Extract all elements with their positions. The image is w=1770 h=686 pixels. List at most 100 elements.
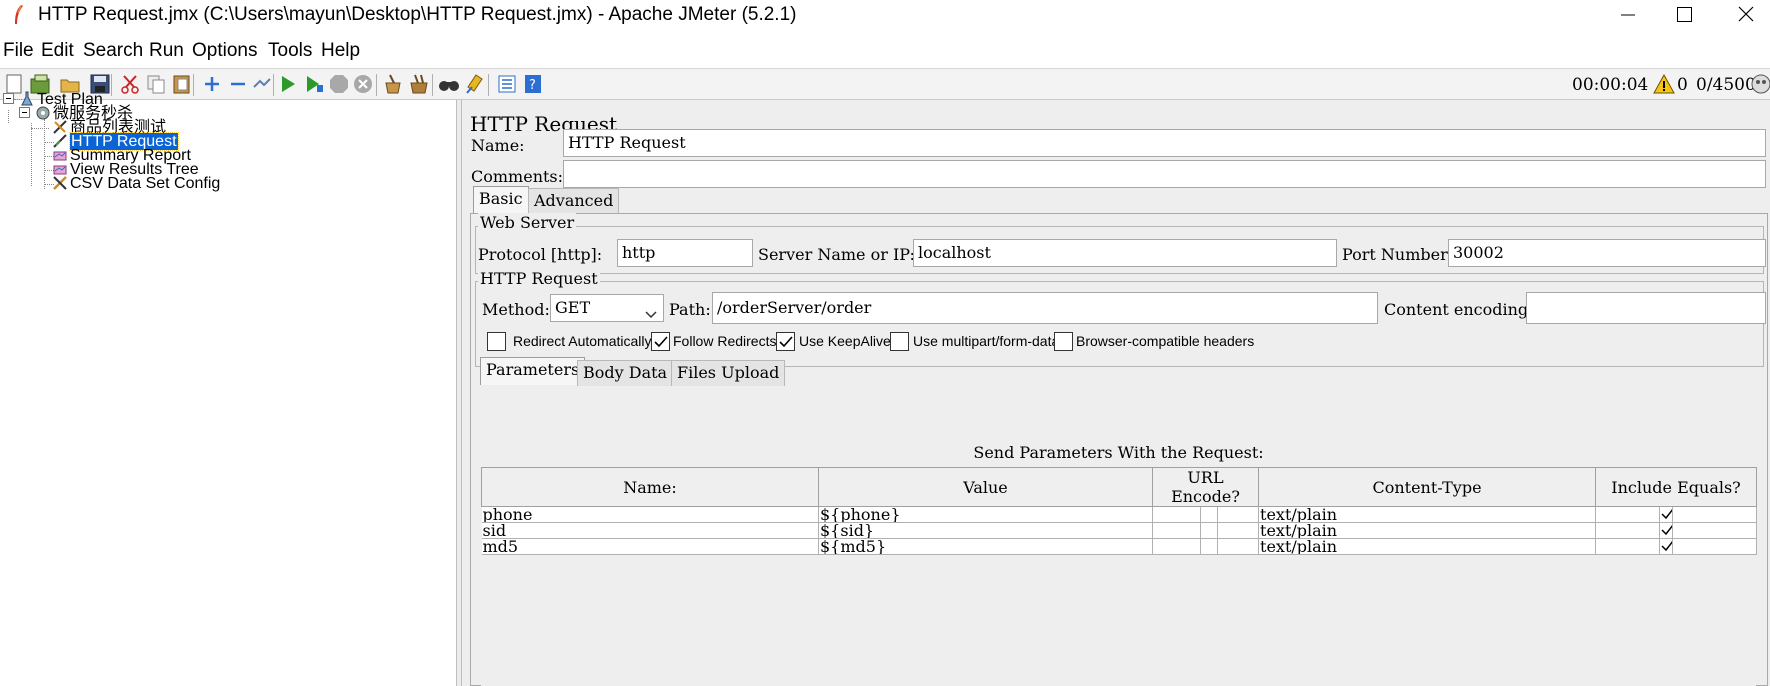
method-select[interactable]: GET — [550, 294, 664, 322]
chevron-down-icon — [645, 304, 657, 323]
paste-icon[interactable] — [171, 73, 193, 95]
use-keepalive-checkbox[interactable] — [776, 332, 795, 351]
thread-count: 0/4500 — [1696, 75, 1756, 95]
check-icon — [1661, 525, 1672, 536]
content-type-cell[interactable]: text/plain — [1258, 506, 1597, 523]
tab-files-upload[interactable]: Files Upload — [671, 360, 786, 386]
check-icon — [779, 336, 793, 348]
menu-help[interactable]: Help — [321, 40, 360, 62]
column-header-content-type[interactable]: Content-Type — [1258, 467, 1597, 507]
clear-all-icon[interactable] — [408, 73, 430, 95]
protocol-input[interactable]: http — [617, 239, 753, 267]
param-name-cell[interactable]: md5 — [481, 538, 819, 555]
path-label: Path: — [669, 300, 711, 319]
param-value-cell[interactable]: ${md5} — [818, 538, 1153, 555]
stop-icon[interactable] — [328, 73, 350, 95]
url-encode-checkbox-cell[interactable] — [1200, 522, 1218, 539]
remote-status-icon — [1750, 73, 1770, 100]
tree-item-csv-data-set-config[interactable]: CSV Data Set Config — [52, 175, 220, 192]
use-keepalive-label: Use KeepAlive — [799, 333, 891, 349]
expand-icon[interactable] — [201, 73, 223, 95]
search-icon[interactable] — [438, 73, 460, 95]
comments-input[interactable] — [563, 160, 1766, 188]
include-equals-checkbox-cell[interactable] — [1659, 506, 1674, 523]
tab-basic[interactable]: Basic — [473, 186, 529, 214]
redirect-automatically-checkbox[interactable] — [487, 332, 506, 351]
use-multipart-label: Use multipart/form-data — [913, 333, 1060, 349]
table-header-row: Name: Value URL Encode? Content-Type Inc… — [481, 467, 1758, 507]
copy-icon[interactable] — [145, 73, 167, 95]
column-header-value[interactable]: Value — [818, 467, 1153, 507]
menu-edit[interactable]: Edit — [41, 40, 74, 62]
include-equals-checkbox-cell[interactable] — [1659, 538, 1674, 555]
warning-icon[interactable] — [1653, 73, 1675, 100]
method-select-value: GET — [555, 298, 591, 317]
test-plan-icon — [19, 91, 35, 107]
param-name-cell[interactable]: sid — [481, 522, 819, 539]
menu-options[interactable]: Options — [192, 40, 257, 62]
column-header-include-equals[interactable]: Include Equals? — [1595, 467, 1758, 507]
table-row[interactable]: sid ${sid} text/plain — [481, 522, 1758, 539]
url-encode-cell[interactable] — [1152, 522, 1201, 539]
title-bar: HTTP Request.jmx (C:\Users\mayun\Desktop… — [0, 0, 1770, 32]
column-header-name[interactable]: Name: — [481, 467, 819, 507]
url-encode-cell[interactable] — [1152, 538, 1201, 555]
column-header-url-encode[interactable]: URL Encode? — [1151, 467, 1260, 507]
use-multipart-checkbox[interactable] — [890, 332, 909, 351]
tree-connector — [31, 123, 32, 186]
collapse-icon[interactable] — [227, 73, 249, 95]
follow-redirects-checkbox[interactable] — [651, 332, 670, 351]
content-encoding-input[interactable] — [1526, 292, 1766, 324]
help-icon[interactable]: ? — [522, 73, 544, 95]
start-icon[interactable] — [277, 73, 299, 95]
url-encode-cell[interactable] — [1152, 506, 1201, 523]
collapse-toggle-icon[interactable] — [3, 93, 14, 104]
window-title: HTTP Request.jmx (C:\Users\mayun\Desktop… — [38, 4, 797, 25]
browser-compatible-headers-checkbox[interactable] — [1054, 332, 1073, 351]
url-encode-checkbox-cell[interactable] — [1200, 506, 1218, 523]
url-encode-checkbox-cell[interactable] — [1200, 538, 1218, 555]
param-value-cell[interactable]: ${phone} — [818, 506, 1153, 523]
tab-parameters[interactable]: Parameters — [480, 357, 586, 385]
function-helper-icon[interactable] — [496, 73, 518, 95]
protocol-label: Protocol [http]: — [478, 245, 603, 264]
maximize-button[interactable] — [1647, 0, 1703, 32]
cut-icon[interactable] — [119, 73, 141, 95]
include-equals-cell — [1595, 538, 1661, 555]
table-row[interactable]: phone ${phone} text/plain — [481, 506, 1758, 523]
close-icon — [1738, 6, 1754, 22]
content-encoding-label: Content encoding: — [1384, 300, 1534, 319]
close-button[interactable] — [1708, 0, 1764, 32]
tab-body-data[interactable]: Body Data — [577, 360, 674, 386]
menu-run[interactable]: Run — [149, 40, 184, 62]
content-type-cell[interactable]: text/plain — [1258, 538, 1597, 555]
start-no-pause-icon[interactable] — [303, 73, 325, 95]
menu-tools[interactable]: Tools — [268, 40, 312, 62]
server-name-input[interactable]: localhost — [913, 239, 1337, 267]
name-input[interactable]: HTTP Request — [563, 129, 1766, 157]
toolbar-separator — [376, 74, 377, 96]
collapse-toggle-icon[interactable] — [19, 107, 30, 118]
jmeter-feather-icon — [12, 4, 24, 26]
shutdown-icon[interactable] — [352, 73, 374, 95]
params-caption: Send Parameters With the Request: — [973, 443, 1264, 462]
check-icon — [1661, 509, 1672, 520]
toolbar: ? 00:00:04 0 0/4500 — [0, 68, 1770, 100]
tab-advanced[interactable]: Advanced — [528, 188, 620, 214]
error-count: 0 — [1677, 75, 1688, 95]
elapsed-timer: 00:00:04 — [1572, 75, 1649, 95]
param-value-cell[interactable]: ${sid} — [818, 522, 1153, 539]
param-name-cell[interactable]: phone — [481, 506, 819, 523]
menu-file[interactable]: File — [3, 40, 34, 62]
menu-search[interactable]: Search — [83, 40, 143, 62]
include-equals-checkbox-cell[interactable] — [1659, 522, 1674, 539]
reset-search-icon[interactable] — [464, 73, 486, 95]
maximize-icon — [1677, 7, 1692, 22]
path-input[interactable]: /orderServer/order — [712, 292, 1378, 324]
port-number-input[interactable]: 30002 — [1448, 239, 1766, 267]
table-row[interactable]: md5 ${md5} text/plain — [481, 538, 1758, 555]
toggle-icon[interactable] — [251, 73, 273, 95]
tree-connector — [8, 110, 9, 123]
content-type-cell[interactable]: text/plain — [1258, 522, 1597, 539]
clear-icon[interactable] — [382, 73, 404, 95]
